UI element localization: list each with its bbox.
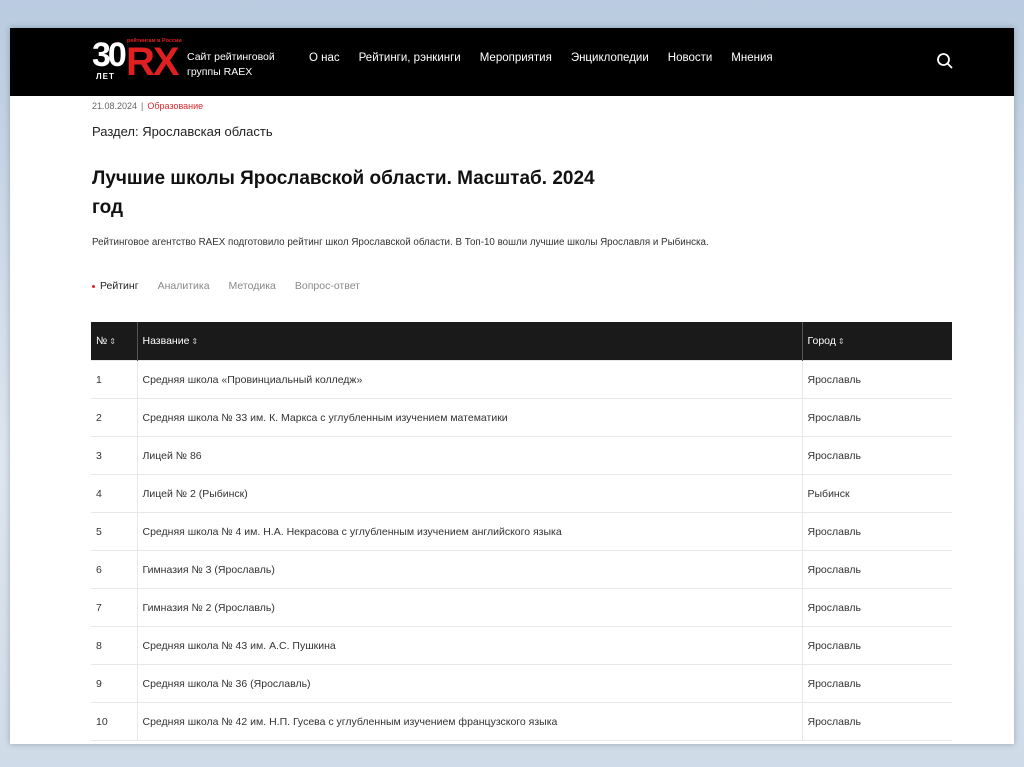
search-icon xyxy=(937,53,953,69)
cell-rank: 6 xyxy=(91,550,138,589)
nav-item-ratings[interactable]: Рейтинги, рэнкинги xyxy=(359,52,461,64)
cell-school-name: Средняя школа № 36 (Ярославль) xyxy=(136,664,803,703)
site-description: Сайт рейтинговой группы RAEX xyxy=(187,51,275,78)
cell-school-name: Средняя школа № 42 им. Н.П. Гусева с угл… xyxy=(136,702,803,741)
cell-rank: 10 xyxy=(91,702,138,741)
raex-logo[interactable]: 30 ЛЕТ рейтингам в России RX xyxy=(92,38,184,84)
column-header-number[interactable]: № ⇕ xyxy=(91,322,138,361)
cell-rank: 1 xyxy=(91,360,138,399)
cell-rank: 2 xyxy=(91,398,138,437)
cell-city: Ярославль xyxy=(801,702,952,741)
table-row: 1 Средняя школа «Провинциальный колледж» Я… xyxy=(91,360,952,399)
meta-separator: | xyxy=(141,101,144,111)
cell-city: Ярославль xyxy=(801,588,952,627)
table-row: 7 Гимназия № 2 (Ярославль) Ярославль xyxy=(91,588,952,627)
cell-rank: 8 xyxy=(91,626,138,665)
cell-school-name: Лицей № 2 (Рыбинск) xyxy=(136,474,803,513)
article-tabs: Рейтинг Аналитика Методика Вопрос-ответ xyxy=(92,280,360,292)
logo-number: 30 xyxy=(92,36,127,74)
nav-item-about[interactable]: О нас xyxy=(309,52,340,64)
rating-table: № ⇕ Название ⇕ Город ⇕ 1 Средняя школа «Пров… xyxy=(91,322,952,741)
sort-icon: ⇕ xyxy=(191,337,199,346)
column-header-number-label: № xyxy=(96,335,108,347)
cell-city: Ярославль xyxy=(801,436,952,475)
cell-rank: 5 xyxy=(91,512,138,551)
cell-school-name: Средняя школа № 4 им. Н.А. Некрасова с у… xyxy=(136,512,803,551)
cell-city: Ярославль xyxy=(801,512,952,551)
cell-school-name: Гимназия № 2 (Ярославль) xyxy=(136,588,803,627)
cell-school-name: Лицей № 86 xyxy=(136,436,803,475)
active-tab-dot xyxy=(92,284,95,288)
column-header-city[interactable]: Город ⇕ xyxy=(802,322,952,361)
cell-rank: 9 xyxy=(91,664,138,703)
article-meta: 21.08.2024 | Образование xyxy=(92,101,203,111)
article-date: 21.08.2024 xyxy=(92,101,138,111)
nav-item-events[interactable]: Мероприятия xyxy=(480,52,552,64)
table-row: 8 Средняя школа № 43 им. А.С. Пушкина Ярос… xyxy=(91,626,952,665)
logo-years: ЛЕТ xyxy=(96,72,115,81)
table-row: 10 Средняя школа № 42 им. Н.П. Гусева с у… xyxy=(91,702,952,741)
cell-school-name: Средняя школа № 43 им. А.С. Пушкина xyxy=(136,626,803,665)
nav-item-encyclopedias[interactable]: Энциклопедии xyxy=(571,52,649,64)
cell-city: Рыбинск xyxy=(801,474,952,513)
site-header: 30 ЛЕТ рейтингам в России RX Сайт рейтин… xyxy=(10,28,1014,96)
article-lead: Рейтинговое агентство RAEX подготовило р… xyxy=(92,237,709,248)
cell-rank: 4 xyxy=(91,474,138,513)
cell-city: Ярославль xyxy=(801,664,952,703)
sort-icon: ⇕ xyxy=(109,337,116,346)
column-header-name[interactable]: Название ⇕ xyxy=(137,322,803,361)
logo-brand: RX xyxy=(126,40,180,84)
table-row: 9 Средняя школа № 36 (Ярославль) Ярославль xyxy=(91,664,952,703)
sort-icon: ⇕ xyxy=(837,337,845,346)
column-header-name-label: Название xyxy=(142,335,190,347)
cell-school-name: Гимназия № 3 (Ярославль) xyxy=(136,550,803,589)
tab-methodology[interactable]: Методика xyxy=(229,280,276,292)
table-row: 4 Лицей № 2 (Рыбинск) Рыбинск xyxy=(91,474,952,513)
article-category-link[interactable]: Образование xyxy=(147,101,203,111)
nav-item-news[interactable]: Новости xyxy=(668,52,713,64)
nav-item-opinions[interactable]: Мнения xyxy=(731,52,772,64)
cell-rank: 7 xyxy=(91,588,138,627)
table-header-row: № ⇕ Название ⇕ Город ⇕ xyxy=(91,322,952,361)
tab-analytics[interactable]: Аналитика xyxy=(158,280,210,292)
page-title: Лучшие школы Ярославской области. Масшта… xyxy=(92,168,595,218)
table-row: 6 Гимназия № 3 (Ярославль) Ярославль xyxy=(91,550,952,589)
table-row: 2 Средняя школа № 33 им. К. Маркса с углу… xyxy=(91,398,952,437)
cell-school-name: Средняя школа «Провинциальный колледж» xyxy=(136,360,803,399)
article-section: Раздел: Ярославская область xyxy=(92,124,273,139)
cell-city: Ярославль xyxy=(801,360,952,399)
cell-rank: 3 xyxy=(91,436,138,475)
table-row: 5 Средняя школа № 4 им. Н.А. Некрасова с … xyxy=(91,512,952,551)
cell-city: Ярославль xyxy=(801,550,952,589)
column-header-city-label: Город xyxy=(807,335,836,347)
tab-faq[interactable]: Вопрос-ответ xyxy=(295,280,360,292)
main-nav: О нас Рейтинги, рэнкинги Мероприятия Энц… xyxy=(309,52,773,64)
page: 30 ЛЕТ рейтингам в России RX Сайт рейтин… xyxy=(10,28,1014,744)
cell-school-name: Средняя школа № 33 им. К. Маркса с углуб… xyxy=(136,398,803,437)
search-button[interactable] xyxy=(934,50,956,72)
cell-city: Ярославль xyxy=(801,626,952,665)
tab-rating-label: Рейтинг xyxy=(100,280,139,292)
cell-city: Ярославль xyxy=(801,398,952,437)
tab-rating[interactable]: Рейтинг xyxy=(92,280,139,292)
table-row: 3 Лицей № 86 Ярославль xyxy=(91,436,952,475)
